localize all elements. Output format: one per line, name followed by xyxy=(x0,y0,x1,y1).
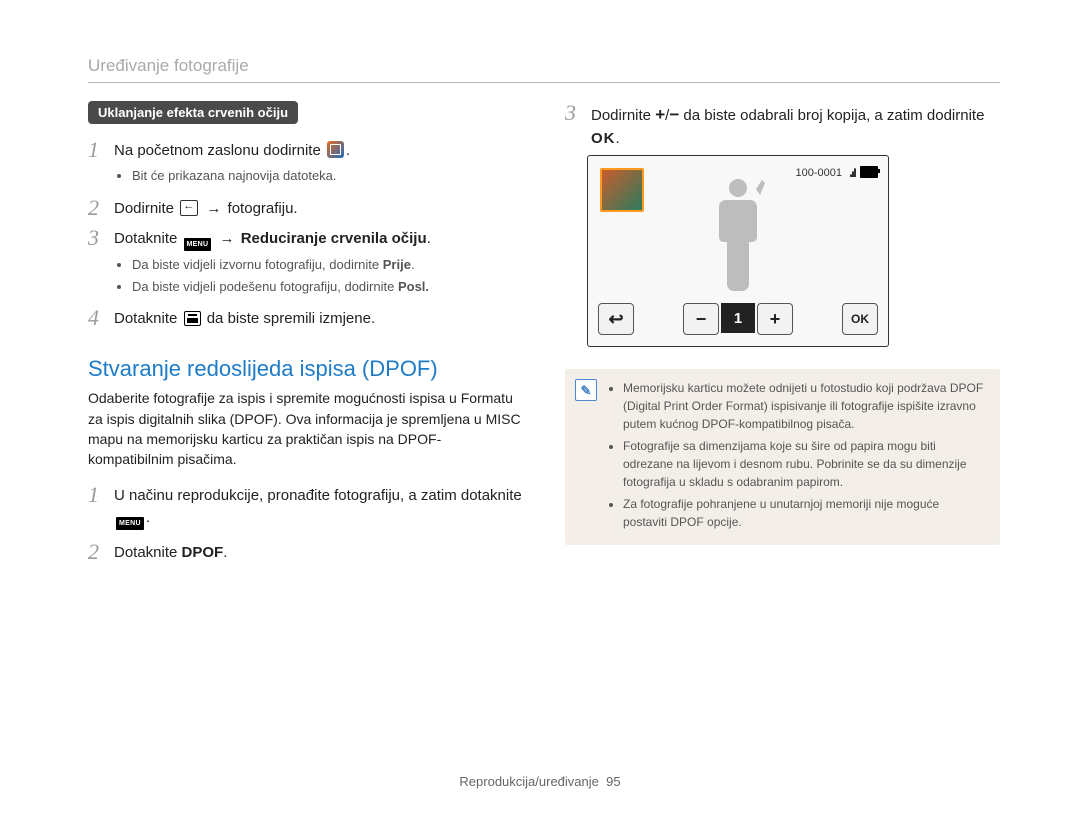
step-number: 3 xyxy=(88,226,114,251)
ok-label: OK xyxy=(591,130,616,147)
step-text: Na početnom zaslonu dodirnite . xyxy=(114,138,350,162)
info-note: ✎ Memorijsku karticu možete odnijeti u f… xyxy=(565,369,1000,545)
copy-count: 1 xyxy=(721,303,755,333)
emphasis: Reduciranje crvenila očiju xyxy=(241,230,427,247)
step-note: Da biste vidjeli podešenu fotografiju, d… xyxy=(132,277,523,297)
step-text: Dodirnite → fotografiju. xyxy=(114,196,298,220)
step-note: Da biste vidjeli izvornu fotografiju, do… xyxy=(132,255,523,275)
step-text: Dotaknite MENU → Reduciranje crvenila oč… xyxy=(114,226,431,251)
step-number: 3 xyxy=(565,101,591,149)
arrow-icon: → xyxy=(206,200,221,217)
step-text: U načinu reprodukcije, pronađite fotogra… xyxy=(114,483,523,530)
minus-icon: − xyxy=(669,105,679,124)
menu-icon: MENU xyxy=(184,238,212,251)
note-item: Za fotografije pohranjene u unutarnjoj m… xyxy=(623,495,986,531)
decrease-button[interactable]: − xyxy=(683,303,719,335)
section-description: Odaberite fotografije za ispis i spremit… xyxy=(88,388,523,469)
battery-icon xyxy=(860,166,878,178)
right-column: 3 Dodirnite +/− da biste odabrali broj k… xyxy=(565,101,1000,568)
person-silhouette-icon xyxy=(693,174,783,294)
gallery-app-icon xyxy=(327,141,344,158)
step-text: Dotaknite da biste spremili izmjene. xyxy=(114,306,375,330)
step-number: 1 xyxy=(88,138,114,162)
left-column: Uklanjanje efekta crvenih očiju 1 Na poč… xyxy=(88,101,523,568)
back-button[interactable]: ↩ xyxy=(598,303,634,335)
step-text: Dodirnite +/− da biste odabrali broj kop… xyxy=(591,101,1000,149)
step-sublist: Bit će prikazana najnovija datoteka. xyxy=(132,166,523,186)
note-item: Fotografije sa dimenzijama koje su šire … xyxy=(623,437,986,491)
footer-label: Reprodukcija/uređivanje xyxy=(459,774,598,789)
menu-icon: MENU xyxy=(116,517,144,530)
step-text: Dotaknite DPOF. xyxy=(114,540,227,564)
save-icon xyxy=(184,311,201,326)
arrow-icon: → xyxy=(220,230,235,247)
increase-button[interactable]: + xyxy=(757,303,793,335)
signal-icon xyxy=(848,167,856,177)
step-number: 2 xyxy=(88,540,114,564)
camera-screen: 100-0001 ↩ − 1 + OK xyxy=(587,155,889,347)
photo-counter: 100-0001 xyxy=(796,167,843,179)
page-footer: Reprodukcija/uređivanje 95 xyxy=(0,774,1080,789)
step-sublist: Da biste vidjeli izvornu fotografiju, do… xyxy=(132,255,523,296)
note-icon: ✎ xyxy=(575,379,597,401)
step-number: 4 xyxy=(88,306,114,330)
section-tag: Uklanjanje efekta crvenih očiju xyxy=(88,101,298,124)
page-title: Uređivanje fotografije xyxy=(88,56,1000,83)
section-heading: Stvaranje redoslijeda ispisa (DPOF) xyxy=(88,356,523,382)
page-number: 95 xyxy=(606,774,620,789)
step-number: 1 xyxy=(88,483,114,530)
step-number: 2 xyxy=(88,196,114,220)
open-photo-icon xyxy=(180,200,198,216)
plus-icon: + xyxy=(655,105,665,124)
note-item: Memorijsku karticu možete odnijeti u fot… xyxy=(623,379,986,433)
photo-thumbnail xyxy=(600,168,644,212)
step-note: Bit će prikazana najnovija datoteka. xyxy=(132,166,523,186)
ok-button[interactable]: OK xyxy=(842,303,878,335)
